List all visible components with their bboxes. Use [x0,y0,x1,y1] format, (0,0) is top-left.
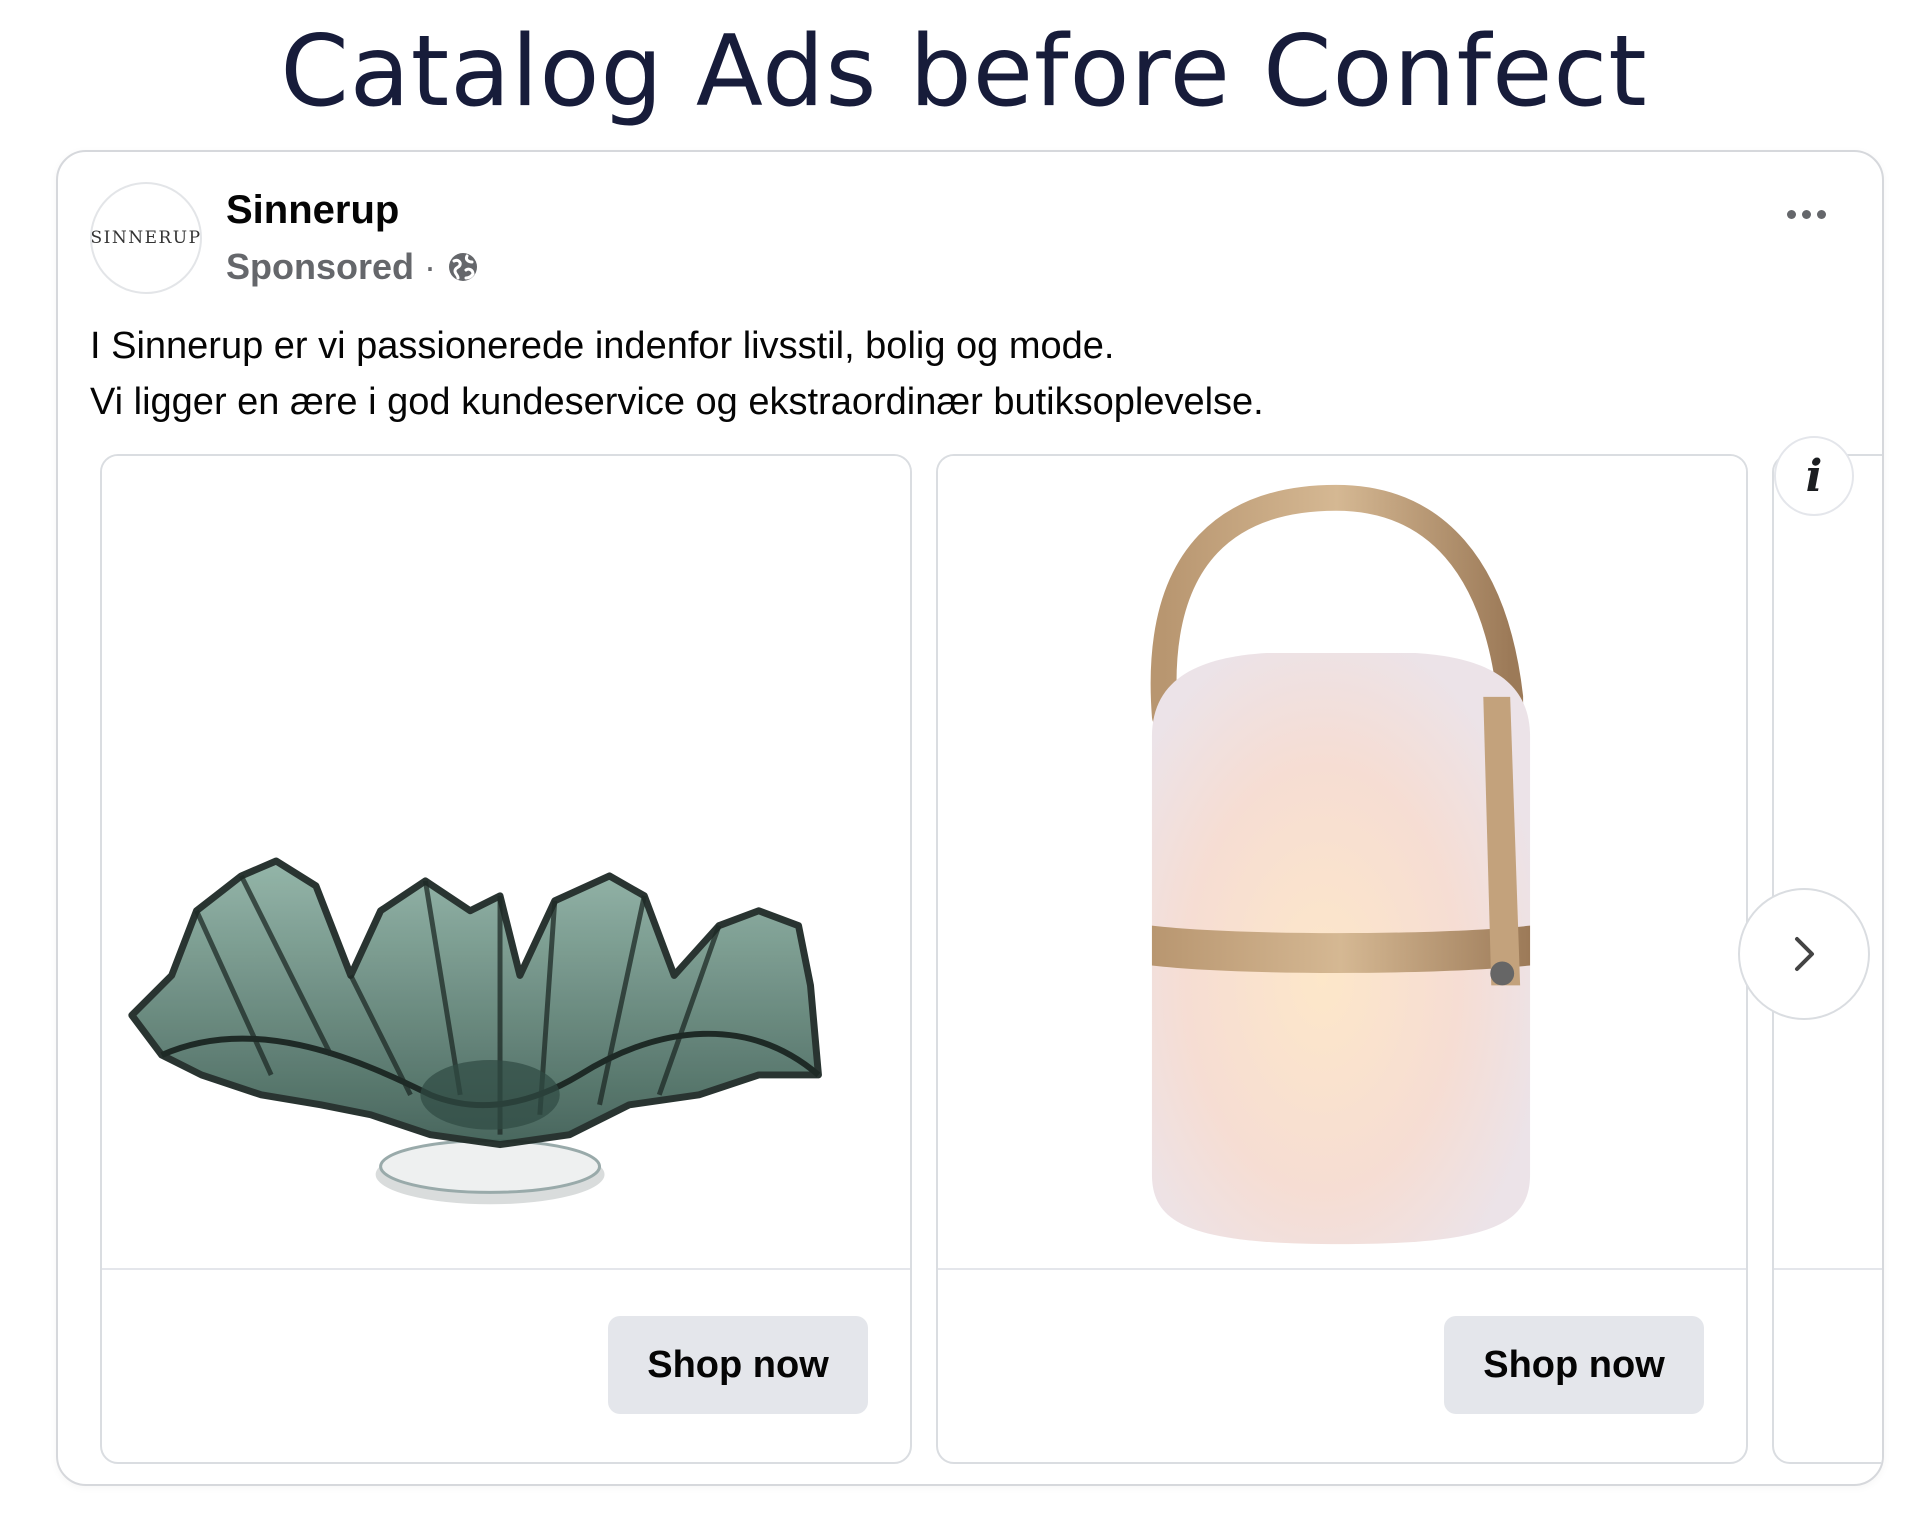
card-divider [102,1268,910,1270]
page-name-link[interactable]: Sinnerup [226,188,399,233]
meta-separator: · [424,246,437,287]
carousel-card[interactable]: Shop now [936,454,1748,1464]
post-body-line: Vi ligger en ære i god kundeservice og e… [90,381,1264,423]
ad-info-button[interactable]: i [1774,436,1854,516]
ad-post: SINNERUP Sinnerup Sponsored · I Sinnerup… [56,150,1884,1486]
product-image-glass-bowl[interactable] [102,456,910,1268]
avatar[interactable]: SINNERUP [90,182,202,294]
shop-now-button[interactable]: Shop now [608,1316,868,1414]
page-headline: Catalog Ads before Confect [280,15,1648,129]
card-divider [938,1268,1746,1270]
chevron-right-icon [1795,937,1814,971]
post-meta: Sponsored · [226,246,480,288]
product-image-lantern-lamp[interactable] [938,456,1746,1268]
avatar-logo-text: SINNERUP [90,228,202,248]
carousel-card[interactable]: Shop now [100,454,912,1464]
more-options-button[interactable] [1787,210,1826,219]
more-dot-icon [1802,210,1811,219]
shop-now-button[interactable]: Shop now [1444,1316,1704,1414]
globe-icon [446,250,480,284]
glass-bowl-icon [128,857,822,1205]
carousel-next-button[interactable] [1738,888,1870,1020]
lantern-lamp-icon [1150,484,1531,1245]
more-dot-icon [1787,210,1796,219]
post-body: I Sinnerup er vi passionerede indenfor l… [90,318,1790,430]
post-body-line: I Sinnerup er vi passionerede indenfor l… [90,325,1115,367]
more-dot-icon [1817,210,1826,219]
sponsored-label[interactable]: Sponsored [226,246,414,288]
card-divider [1774,1268,1882,1270]
product-image-partial[interactable] [1774,456,1882,1268]
